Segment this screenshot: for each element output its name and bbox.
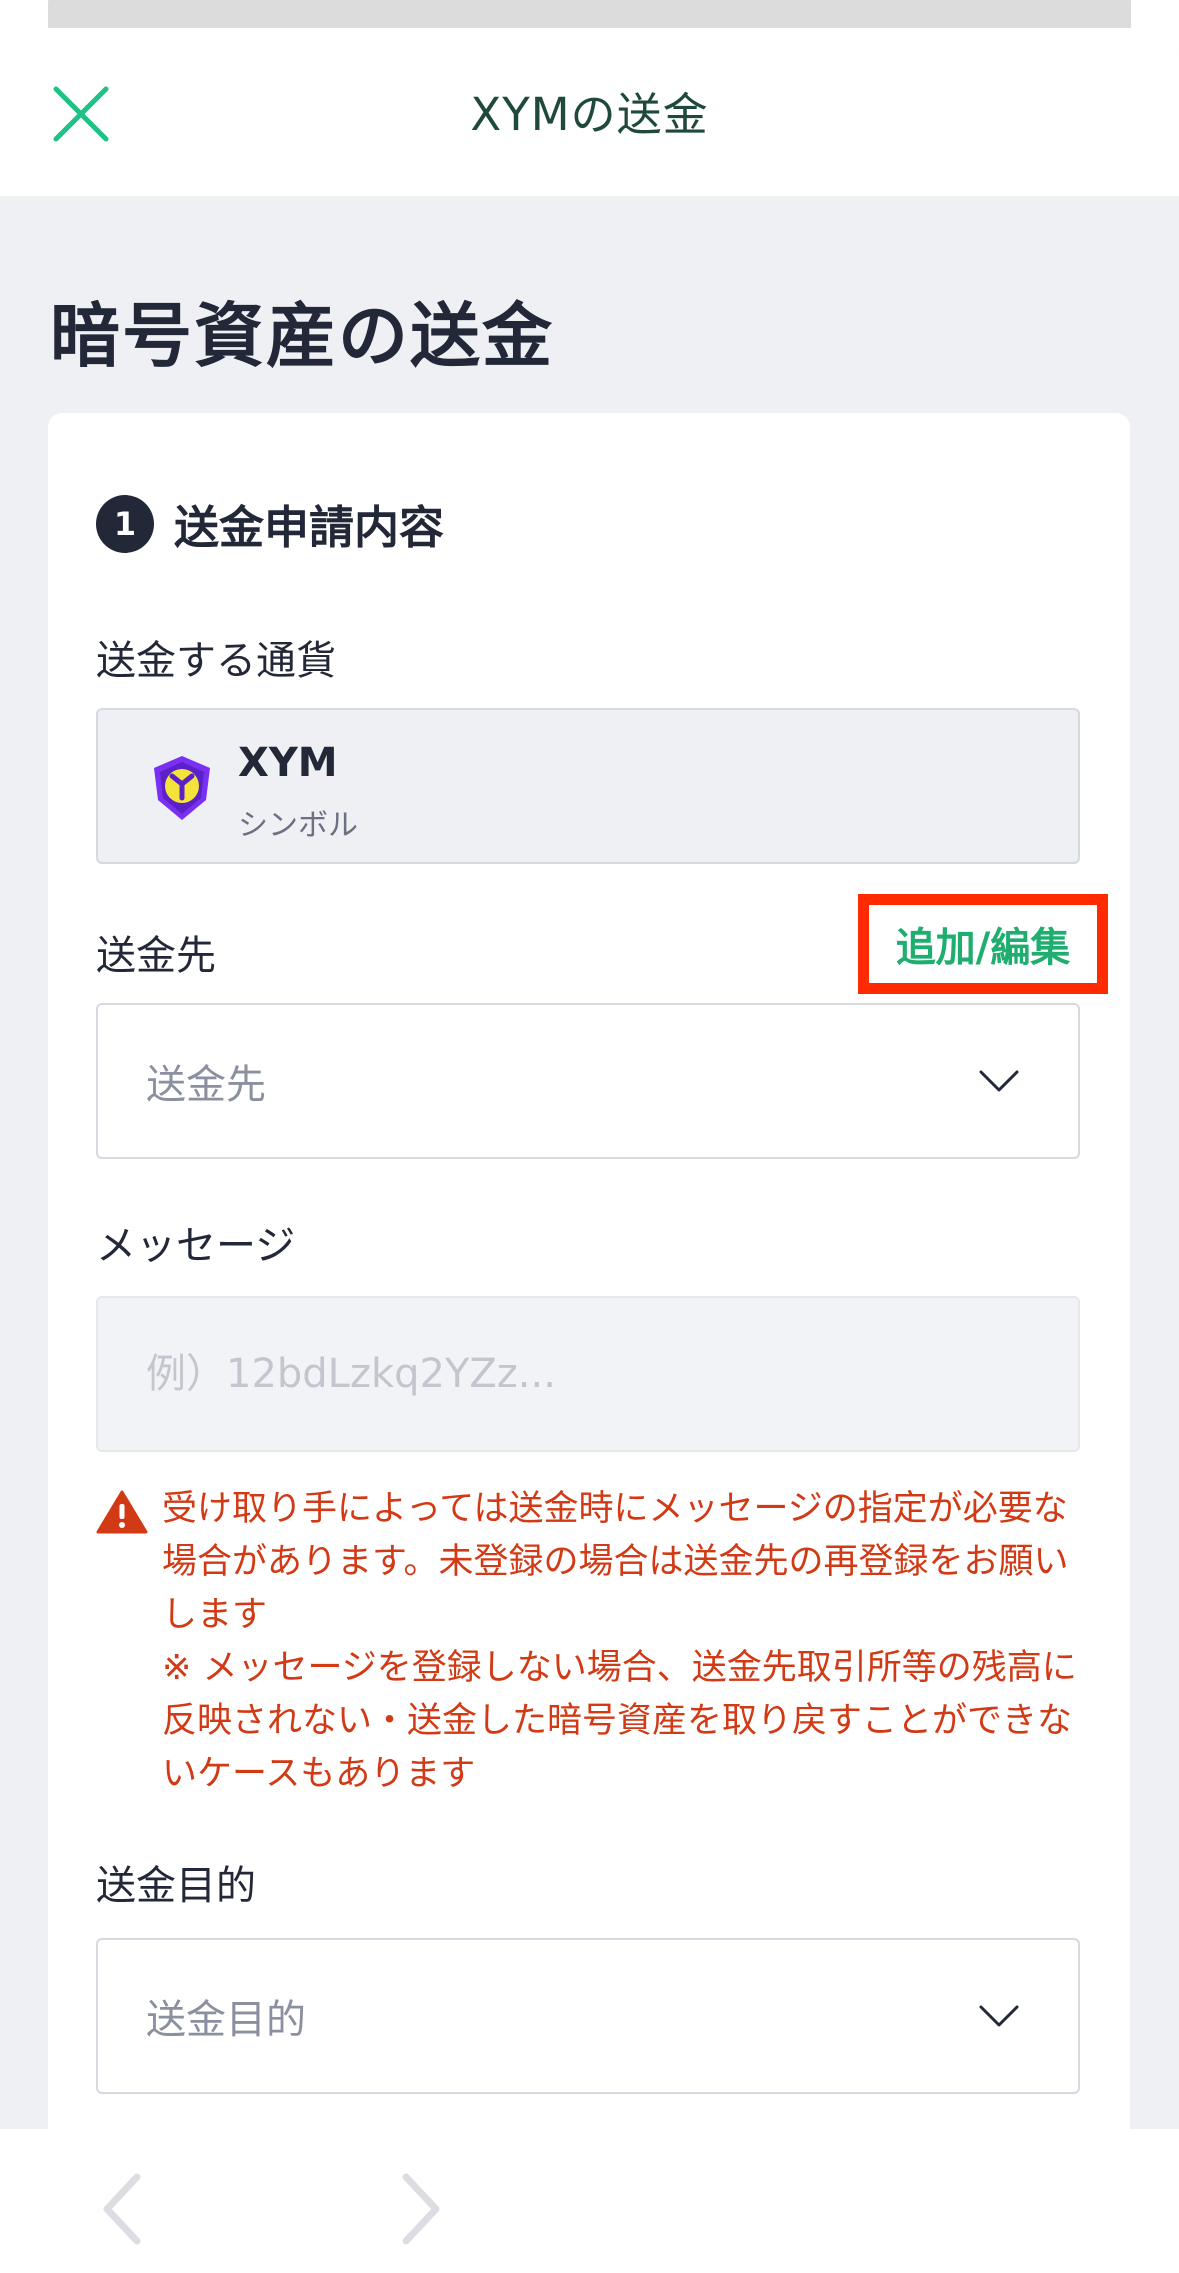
- purpose-select[interactable]: 送金目的: [96, 1938, 1080, 2094]
- purpose-select-placeholder: 送金目的: [146, 1997, 306, 2043]
- purpose-label: 送金目的: [96, 1863, 256, 1909]
- chevron-down-icon: [979, 2005, 1019, 2027]
- add-edit-destination-link[interactable]: 追加/編集: [858, 894, 1108, 994]
- back-button[interactable]: [95, 2169, 155, 2249]
- header-title: XYMの送金: [470, 88, 709, 141]
- browser-toolbar: [0, 2129, 1179, 2273]
- forward-button[interactable]: [388, 2169, 448, 2249]
- chevron-left-icon: [103, 2173, 141, 2245]
- destination-select-placeholder: 送金先: [146, 1062, 266, 1108]
- destination-select[interactable]: 送金先: [96, 1003, 1080, 1159]
- destination-label: 送金先: [96, 933, 216, 979]
- currency-label: 送金する通貨: [96, 638, 336, 684]
- chevron-right-icon: [402, 2173, 440, 2245]
- warning-icon: [96, 1490, 148, 1534]
- step-title: 送金申請内容: [174, 501, 445, 554]
- message-label: メッセージ: [96, 1223, 296, 1269]
- bottom-sheet: XYMの送金 暗号資産の送金 1 送金申請内容 送金する通貨 XYM シンボル …: [0, 28, 1179, 2273]
- page-title: 暗号資産の送金: [50, 295, 554, 377]
- currency-code: XYM: [238, 740, 338, 786]
- message-input[interactable]: [96, 1296, 1080, 1452]
- step-number-badge: 1: [96, 494, 154, 553]
- currency-display: XYM シンボル: [96, 708, 1080, 864]
- sheet-header: XYMの送金: [0, 28, 1179, 196]
- warning-text: 受け取り手によっては送金時にメッセージの指定が必要な場合があります。未登録の場合…: [162, 1483, 1082, 1801]
- form-card: 1 送金申請内容 送金する通貨 XYM シンボル 送金先 追加/編集 送金先 メ…: [48, 413, 1130, 2273]
- chevron-down-icon: [979, 1070, 1019, 1092]
- warning-line-1: 受け取り手によっては送金時にメッセージの指定が必要な場合があります。未登録の場合…: [162, 1489, 1069, 1635]
- symbol-coin-icon: [154, 756, 210, 820]
- step-heading: 1 送金申請内容: [96, 491, 444, 556]
- currency-name: シンボル: [238, 808, 358, 843]
- warning-line-2: ※ メッセージを登録しない場合、送金先取引所等の残高に反映されない・送金した暗号…: [162, 1648, 1077, 1794]
